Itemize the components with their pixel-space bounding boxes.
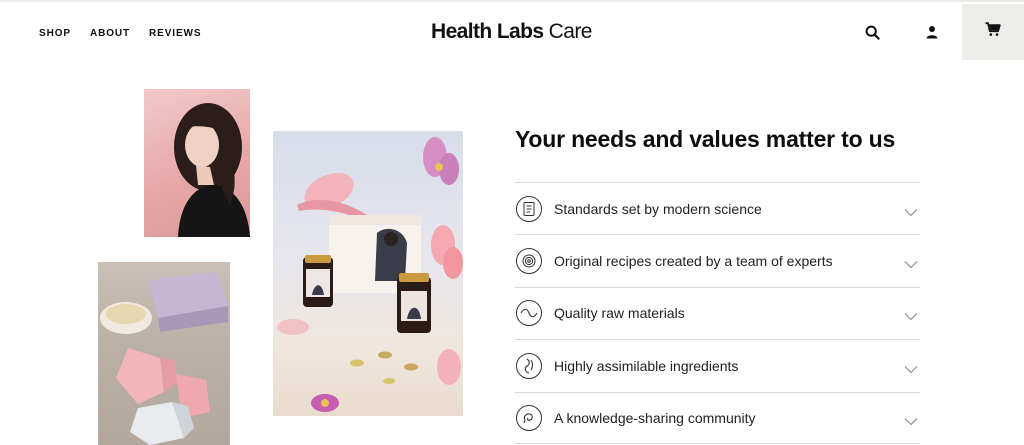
chevron-down-icon: [904, 413, 918, 431]
product-photo: [273, 131, 463, 416]
accordion-item-ingredients[interactable]: Highly assimilable ingredients: [515, 339, 920, 391]
accordion-item-materials[interactable]: Quality raw materials: [515, 286, 920, 339]
search-icon[interactable]: [863, 23, 881, 41]
main-nav: SHOP ABOUT REVIEWS: [39, 28, 220, 39]
body-icon: [516, 352, 542, 379]
site-header: SHOP ABOUT REVIEWS Health Labs Care: [0, 0, 1024, 60]
values-accordion: Standards set by modern science Original…: [515, 182, 920, 444]
cart-button[interactable]: [962, 4, 1024, 60]
accordion-label: A knowledge-sharing community: [554, 409, 756, 426]
spiral-icon: [516, 248, 542, 275]
chevron-down-icon: [904, 308, 918, 326]
cart-icon: [985, 22, 1001, 42]
nav-about[interactable]: ABOUT: [90, 28, 130, 39]
accordion-label: Highly assimilable ingredients: [554, 357, 739, 374]
portrait-photo: [144, 89, 250, 237]
accordion-label: Standards set by modern science: [554, 200, 762, 217]
wave-icon: [516, 300, 542, 327]
logo-bold-text: Health Labs: [431, 20, 544, 43]
document-icon: [516, 195, 542, 222]
logo-light-text: Care: [543, 20, 593, 43]
chevron-down-icon: [904, 361, 918, 379]
nav-reviews[interactable]: REVIEWS: [149, 28, 201, 39]
accordion-item-science[interactable]: Standards set by modern science: [515, 182, 920, 234]
brand-logo[interactable]: Health Labs Care: [431, 20, 592, 44]
accordion-item-community[interactable]: A knowledge-sharing community: [515, 391, 920, 444]
chat-icon: [516, 404, 542, 431]
accordion-item-recipes[interactable]: Original recipes created by a team of ex…: [515, 234, 920, 286]
stones-photo: [98, 262, 230, 445]
accordion-label: Original recipes created by a team of ex…: [554, 253, 833, 270]
section-title: Your needs and values matter to us: [515, 126, 896, 152]
user-icon[interactable]: [923, 23, 941, 41]
nav-shop[interactable]: SHOP: [39, 28, 71, 39]
accordion-label: Quality raw materials: [554, 305, 685, 322]
chevron-down-icon: [904, 256, 918, 274]
chevron-down-icon: [904, 204, 918, 222]
